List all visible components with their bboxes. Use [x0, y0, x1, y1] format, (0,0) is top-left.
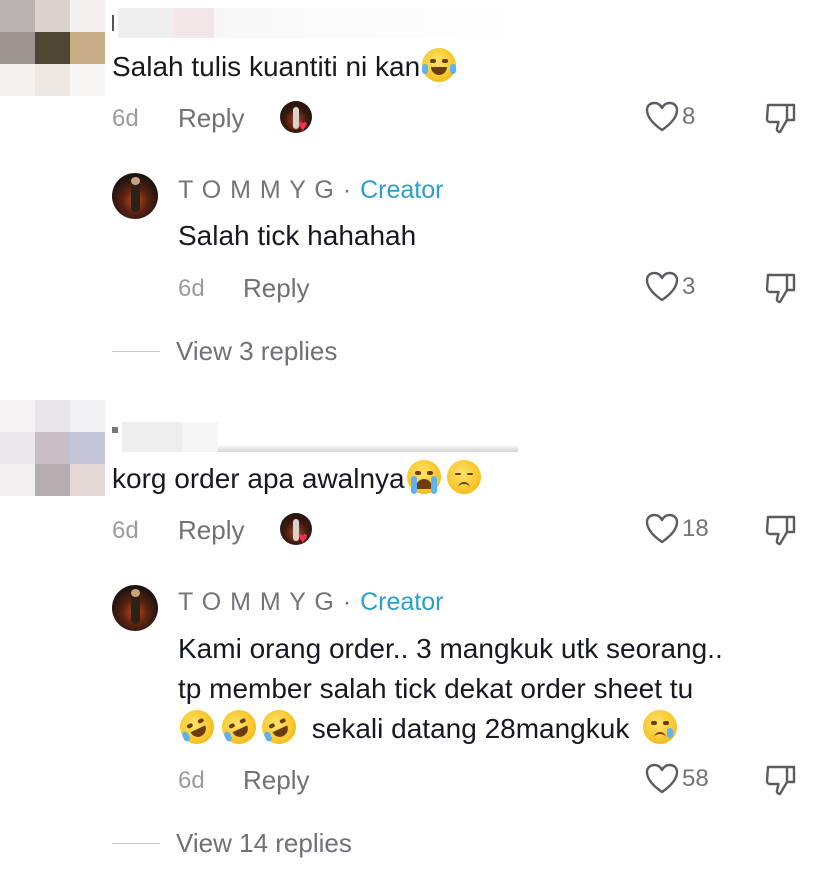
dislike-button[interactable]: [765, 513, 797, 552]
dislike-button[interactable]: [765, 763, 797, 802]
reply-time: 6d: [178, 275, 205, 302]
reply-author-name[interactable]: T O M M Y G: [178, 588, 335, 616]
rolling-on-floor-laughing-icon: [174, 704, 220, 750]
creator-avatar[interactable]: [112, 585, 158, 631]
comment-text: korg order apa awalnya: [112, 459, 481, 499]
rolling-on-floor-laughing-icon: [216, 704, 262, 750]
heart-outline-icon: [645, 513, 679, 544]
reply-button[interactable]: Reply: [243, 273, 309, 304]
creator-avatar[interactable]: [112, 173, 158, 219]
heart-outline-icon: [645, 271, 679, 302]
loudly-crying-face-icon: [406, 460, 441, 494]
thumbs-down-outline-icon: [765, 765, 796, 796]
creator-badge: Creator: [360, 588, 444, 616]
face-with-tears-of-joy-icon: [422, 48, 457, 82]
comment-time: 6d: [112, 517, 139, 544]
creator-heart-icon: ♥: [298, 118, 308, 135]
view-replies-label: View 3 replies: [176, 336, 338, 366]
liked-by-creator-badge: ♥: [280, 101, 316, 137]
like-button[interactable]: 18: [645, 513, 709, 545]
pensive-face-icon: [446, 460, 481, 494]
author-separator: ·: [342, 588, 353, 616]
like-count: 3: [682, 273, 696, 300]
reply-text-line-3: sekali datang 28mangkuk: [174, 704, 678, 750]
author-separator: ·: [342, 176, 353, 204]
creator-badge: Creator: [360, 176, 444, 204]
reply-author-name[interactable]: T O M M Y G: [178, 176, 335, 204]
liked-by-creator-badge: ♥: [280, 513, 316, 549]
like-button[interactable]: 8: [645, 101, 695, 133]
dislike-button[interactable]: [765, 271, 797, 310]
like-count: 8: [682, 103, 696, 130]
like-button[interactable]: 3: [645, 271, 695, 303]
reply-text-line-1: Kami orang order.. 3 mangkuk utk seorang…: [178, 633, 723, 664]
thumbs-down-outline-icon: [765, 103, 796, 134]
like-count: 58: [682, 765, 709, 792]
commenter-name-blurred-1[interactable]: [112, 6, 514, 40]
comment-text: Salah tulis kuantiti ni kan: [112, 47, 457, 87]
like-count: 18: [682, 515, 709, 542]
reply-button[interactable]: Reply: [243, 765, 309, 796]
reply-button[interactable]: Reply: [178, 515, 244, 546]
heart-outline-icon: [645, 101, 679, 132]
view-replies-button[interactable]: View 14 replies: [112, 828, 352, 859]
commenter-name-blurred-2[interactable]: [112, 420, 518, 454]
like-button[interactable]: 58: [645, 763, 709, 795]
heart-outline-icon: [645, 763, 679, 794]
view-replies-button[interactable]: View 3 replies: [112, 336, 337, 367]
reply-text-line-2: tp member salah tick dekat order sheet t…: [178, 673, 694, 704]
reply-text: Salah tick hahahah: [178, 220, 417, 251]
commenter-avatar-2[interactable]: [0, 400, 105, 496]
reply-button[interactable]: Reply: [178, 103, 244, 134]
rolling-on-floor-laughing-icon: [256, 704, 302, 750]
thumbs-down-outline-icon: [765, 273, 796, 304]
dislike-button[interactable]: [765, 101, 797, 140]
reply-time: 6d: [178, 767, 205, 794]
commenter-avatar-1[interactable]: [0, 0, 105, 96]
divider-line: [112, 843, 160, 844]
reply-author-line: T O M M Y G · Creator: [178, 588, 443, 617]
comment-time: 6d: [112, 105, 139, 132]
crying-face-icon: [643, 710, 678, 744]
reply-author-line: T O M M Y G · Creator: [178, 176, 443, 205]
view-replies-label: View 14 replies: [176, 828, 352, 858]
divider-line: [112, 351, 160, 352]
thumbs-down-outline-icon: [765, 515, 796, 546]
creator-heart-icon: ♥: [298, 530, 308, 547]
